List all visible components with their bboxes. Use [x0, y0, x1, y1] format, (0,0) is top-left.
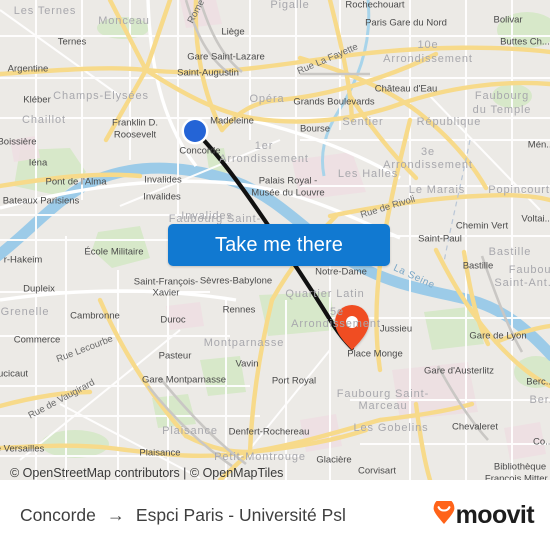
trip-summary: Concorde → Espci Paris - Université Psl: [20, 505, 346, 526]
moovit-trip-screen: Les Ternes Monceau Rome Pigalle Rochechouart…: [0, 0, 550, 550]
arrow-right-icon: →: [106, 504, 125, 525]
map-attribution[interactable]: © OpenStreetMap contributors | © OpenMap…: [10, 466, 283, 480]
moovit-pin-icon: [433, 497, 455, 530]
moovit-logo[interactable]: moovit: [433, 497, 535, 530]
take-me-there-button[interactable]: Take me there: [168, 224, 390, 266]
trip-footer: Concorde → Espci Paris - Université Psl …: [0, 480, 550, 550]
map-canvas[interactable]: Les Ternes Monceau Rome Pigalle Rochechouart…: [0, 0, 550, 480]
trip-origin-label: Concorde: [20, 504, 96, 525]
trip-destination-label: Espci Paris - Université Psl: [135, 504, 346, 525]
moovit-wordmark: moovit: [455, 500, 535, 529]
